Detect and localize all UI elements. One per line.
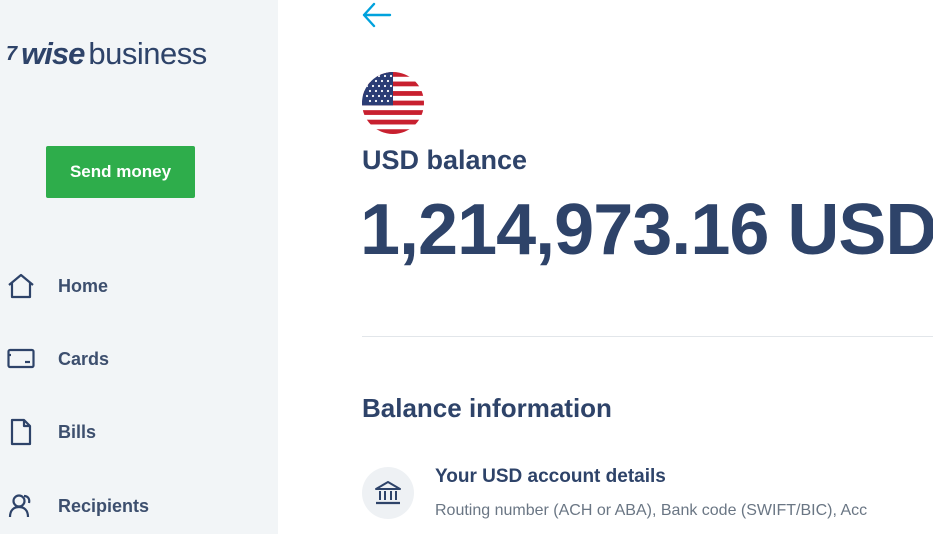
balance-amount: 1,214,973.16 USD bbox=[360, 190, 933, 270]
logo-wise-text: wise bbox=[21, 36, 85, 71]
balance-currency-label: USD balance bbox=[362, 145, 528, 175]
sidebar-item-recipients[interactable]: Recipients bbox=[0, 486, 278, 526]
sidebar-item-home[interactable]: Home bbox=[0, 266, 278, 306]
document-icon bbox=[7, 418, 35, 446]
back-arrow-icon[interactable] bbox=[360, 0, 394, 30]
send-money-button[interactable]: Send money bbox=[46, 146, 195, 198]
usd-account-details-subtitle: Routing number (ACH or ABA), Bank code (… bbox=[435, 502, 868, 519]
wise-flag-icon: 7 bbox=[6, 42, 18, 65]
section-title-balance-information: Balance information bbox=[362, 393, 612, 423]
recipients-icon bbox=[7, 492, 35, 520]
main-content: USD balance 1,214,973.16 USD Balance inf… bbox=[278, 0, 933, 534]
divider bbox=[362, 336, 933, 337]
wise-business-logo[interactable]: 7 wise business bbox=[6, 36, 207, 72]
home-icon bbox=[7, 272, 35, 300]
sidebar-item-label: Home bbox=[58, 275, 109, 296]
sidebar: 7 wise business Send money Home Cards Bi… bbox=[0, 0, 278, 534]
sidebar-item-label: Cards bbox=[58, 348, 110, 369]
sidebar-item-label: Bills bbox=[58, 421, 97, 442]
usd-account-details-link[interactable]: Your USD account details bbox=[435, 466, 666, 488]
card-icon bbox=[7, 345, 35, 373]
us-flag-icon bbox=[362, 72, 424, 134]
sidebar-item-cards[interactable]: Cards bbox=[0, 339, 278, 379]
sidebar-item-bills[interactable]: Bills bbox=[0, 412, 278, 452]
logo-business-text: business bbox=[88, 36, 207, 71]
sidebar-item-label: Recipients bbox=[58, 495, 150, 516]
bank-icon bbox=[362, 467, 414, 519]
